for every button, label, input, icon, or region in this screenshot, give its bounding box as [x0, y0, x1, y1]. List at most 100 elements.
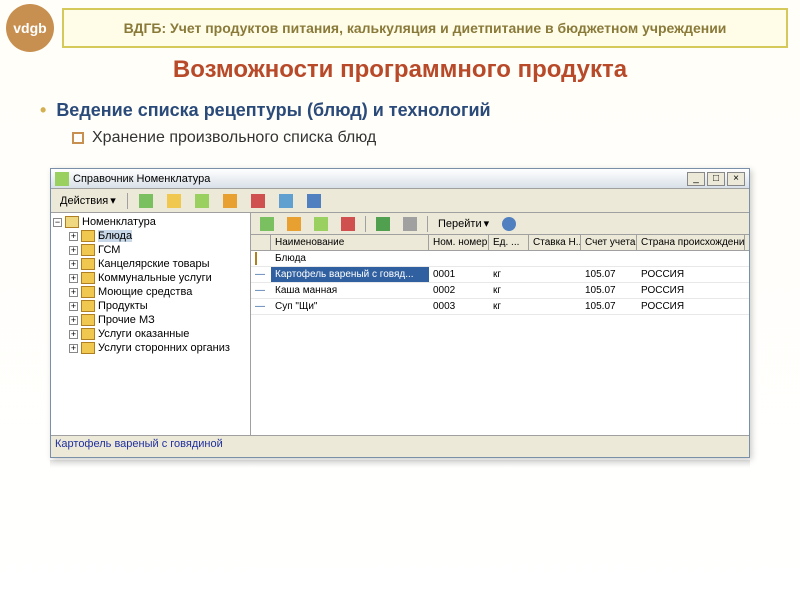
cell: 0001 [429, 267, 489, 282]
tb-add-copy-icon[interactable] [190, 192, 214, 210]
tree-item[interactable]: + Прочие МЗ [53, 313, 248, 327]
collapse-icon[interactable]: − [53, 218, 62, 227]
cell [529, 267, 581, 282]
folder-icon [81, 286, 95, 298]
col-vat[interactable]: Ставка Н... [529, 235, 581, 250]
tree-item[interactable]: + Услуги оказанные [53, 327, 248, 341]
cell [529, 251, 581, 266]
col-country[interactable]: Страна происхождения [637, 235, 745, 250]
tb-move-icon[interactable] [302, 192, 326, 210]
col-name[interactable]: Наименование [271, 235, 429, 250]
folder-icon [81, 272, 95, 284]
tree-item-label: Услуги оказанные [98, 328, 189, 340]
expand-icon[interactable]: + [69, 288, 78, 297]
close-button[interactable]: × [727, 172, 745, 186]
tree-item-label: Коммунальные услуги [98, 272, 212, 284]
cell [251, 251, 271, 266]
gtb-help-icon[interactable] [497, 215, 521, 233]
status-bar: Картофель вареный с говядиной [51, 435, 749, 453]
expand-icon[interactable]: + [69, 246, 78, 255]
tb-add-icon[interactable] [134, 192, 158, 210]
tb-delete-icon[interactable] [246, 192, 270, 210]
cell: 0003 [429, 299, 489, 314]
tree-item-label: Моющие средства [98, 286, 192, 298]
cell: — [251, 299, 271, 314]
cell: — [251, 267, 271, 282]
cell: кг [489, 267, 529, 282]
vdgb-logo: vdgb [6, 4, 54, 52]
tree-item-label: Блюда [98, 230, 132, 242]
gtb-del-icon[interactable] [336, 215, 360, 233]
folder-icon [81, 230, 95, 242]
table-row[interactable]: —Картофель вареный с говяд...0001кг105.0… [251, 267, 749, 283]
tree-item[interactable]: + ГСМ [53, 243, 248, 257]
cell: РОССИЯ [637, 283, 745, 298]
tb-hierarchy-icon[interactable] [274, 192, 298, 210]
gtb-add-icon[interactable] [255, 215, 279, 233]
tree-item[interactable]: + Продукты [53, 299, 248, 313]
tree-item-label: Канцелярские товары [98, 258, 210, 270]
tree-item[interactable]: + Услуги сторонних организ [53, 341, 248, 355]
col-icon[interactable] [251, 235, 271, 250]
gtb-edit-icon[interactable] [282, 215, 306, 233]
table-row[interactable]: —Суп "Щи"0003кг105.07РОССИЯ [251, 299, 749, 315]
cell: 0002 [429, 283, 489, 298]
expand-icon[interactable]: + [69, 316, 78, 325]
tree-item[interactable]: + Коммунальные услуги [53, 271, 248, 285]
col-num[interactable]: Ном. номер [429, 235, 489, 250]
tree-item-label: ГСМ [98, 244, 120, 256]
tree-item-label: Продукты [98, 300, 148, 312]
grid-toolbar: Перейти ▾ [251, 213, 749, 235]
tree-item[interactable]: + Блюда [53, 229, 248, 243]
tree-item[interactable]: + Моющие средства [53, 285, 248, 299]
cell: — [251, 283, 271, 298]
expand-icon[interactable]: + [69, 302, 78, 311]
gtb-copy-icon[interactable] [309, 215, 333, 233]
cell: Каша манная [271, 283, 429, 298]
actions-menu[interactable]: Действия ▾ [55, 192, 121, 209]
grid-header: Наименование Ном. номер Ед. ... Ставка Н… [251, 235, 749, 251]
cell: кг [489, 283, 529, 298]
gtb-refresh-icon[interactable] [371, 215, 395, 233]
cell: РОССИЯ [637, 267, 745, 282]
item-icon: — [255, 285, 265, 296]
folder-icon [81, 328, 95, 340]
tree-item-label: Услуги сторонних организ [98, 342, 230, 354]
tb-add-folder-icon[interactable] [162, 192, 186, 210]
folder-icon [81, 300, 95, 312]
maximize-button[interactable]: □ [707, 172, 725, 186]
tree-item[interactable]: + Канцелярские товары [53, 257, 248, 271]
tree-root[interactable]: − Номенклатура [53, 215, 248, 229]
cell: Суп "Щи" [271, 299, 429, 314]
cell [637, 251, 745, 266]
main-toolbar: Действия ▾ [51, 189, 749, 213]
group-row[interactable]: Блюда [251, 251, 749, 267]
cell: РОССИЯ [637, 299, 745, 314]
tree-root-label: Номенклатура [82, 216, 156, 228]
expand-icon[interactable]: + [69, 260, 78, 269]
goto-menu[interactable]: Перейти ▾ [433, 215, 494, 232]
expand-icon[interactable]: + [69, 330, 78, 339]
bullet-level1: Ведение списка рецептуры (блюд) и технол… [40, 100, 760, 121]
expand-icon[interactable]: + [69, 274, 78, 283]
minimize-button[interactable]: _ [687, 172, 705, 186]
tb-edit-icon[interactable] [218, 192, 242, 210]
cell: Картофель вареный с говяд... [271, 267, 429, 282]
cell: 105.07 [581, 299, 637, 314]
table-row[interactable]: —Каша манная0002кг105.07РОССИЯ [251, 283, 749, 299]
col-unit[interactable]: Ед. ... [489, 235, 529, 250]
bullet-level2: Хранение произвольного списка блюд [72, 129, 760, 147]
item-icon: — [255, 269, 265, 280]
slide-header: ВДГБ: Учет продуктов питания, калькуляци… [62, 8, 788, 48]
tree-panel[interactable]: − Номенклатура + Блюда + ГСМ + Канцелярские т… [51, 213, 251, 435]
grid-body[interactable]: Блюда — Картофель вареный с говяд...0001кг… [251, 251, 749, 435]
expand-icon[interactable]: + [69, 344, 78, 353]
cell: Блюда [271, 251, 429, 266]
folder-icon [255, 252, 257, 265]
slide-title: Возможности программного продукта [0, 56, 800, 84]
square-bullet-icon [72, 132, 84, 144]
tree-item-label: Прочие МЗ [98, 314, 155, 326]
expand-icon[interactable]: + [69, 232, 78, 241]
col-acct[interactable]: Счет учета [581, 235, 637, 250]
gtb-filter-icon[interactable] [398, 215, 422, 233]
